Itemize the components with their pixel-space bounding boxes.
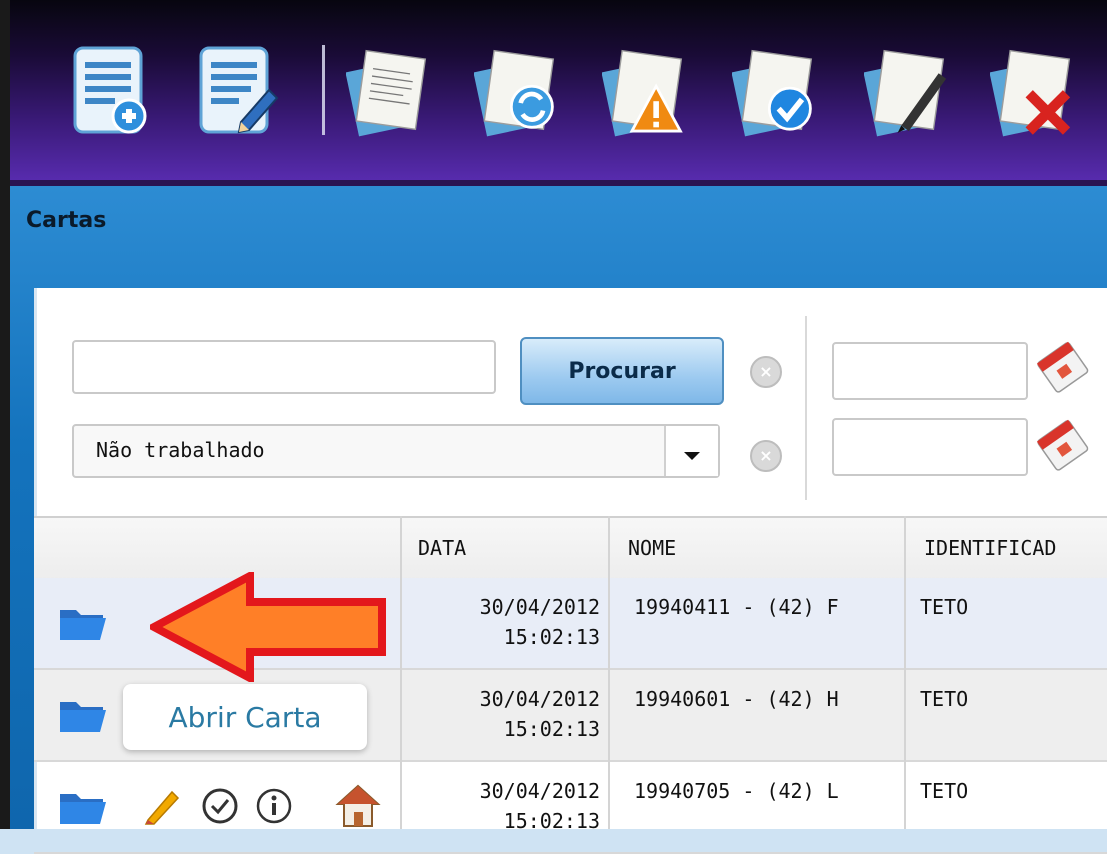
status-filter-select[interactable]: Não trabalhado <box>72 424 720 478</box>
clear-icon: × <box>759 362 773 381</box>
open-letter-tooltip: Abrir Carta <box>123 684 367 750</box>
column-header-nome[interactable]: NOME <box>628 536 676 560</box>
row-time: 15:02:13 <box>503 625 600 649</box>
row-time: 15:02:13 <box>503 809 600 833</box>
clear-filter-button[interactable]: × <box>750 440 782 472</box>
info-icon[interactable] <box>254 786 294 826</box>
row-date: 30/04/2012 <box>479 779 600 803</box>
row-date: 30/04/2012 <box>479 687 600 711</box>
row-identificacao: TETO <box>920 687 969 711</box>
search-input[interactable] <box>72 340 496 394</box>
open-folder-icon[interactable] <box>58 788 108 826</box>
row-time: 15:02:13 <box>503 717 600 741</box>
filters-divider <box>805 316 807 500</box>
delete-letter-icon[interactable] <box>990 40 1074 140</box>
pencil-icon[interactable] <box>142 786 182 826</box>
sign-letter-icon[interactable] <box>864 40 948 140</box>
column-header-data[interactable]: DATA <box>418 536 466 560</box>
chevron-down-icon[interactable] <box>664 426 718 476</box>
end-date-field[interactable] <box>832 418 1028 476</box>
calendar-icon[interactable] <box>1032 418 1092 474</box>
table-row[interactable]: 30/04/2012 15:02:13 19940705 - (42) L TE… <box>34 762 1107 854</box>
column-header-identificacao[interactable]: IDENTIFICAD <box>924 536 1056 560</box>
row-identificacao: TETO <box>920 595 969 619</box>
home-icon[interactable] <box>334 782 382 830</box>
calendar-icon[interactable] <box>1032 340 1092 396</box>
row-date: 30/04/2012 <box>479 595 600 619</box>
refresh-letter-icon[interactable] <box>474 40 558 140</box>
panel-title: Cartas <box>26 208 107 233</box>
letter-document-icon[interactable] <box>346 40 430 140</box>
column-divider <box>904 516 906 829</box>
open-folder-icon[interactable] <box>58 604 108 642</box>
clear-search-button[interactable]: × <box>750 356 782 388</box>
start-date-field[interactable] <box>832 342 1028 400</box>
column-divider <box>608 516 610 829</box>
row-nome: 19940411 - (42) F <box>634 595 839 619</box>
search-button[interactable]: Procurar <box>520 337 724 405</box>
clock-icon[interactable] <box>200 786 240 826</box>
column-divider <box>400 516 402 829</box>
edit-document-icon[interactable] <box>196 40 280 140</box>
approve-letter-icon[interactable] <box>732 40 816 140</box>
window-left-edge <box>0 0 10 829</box>
annotation-arrow <box>150 572 386 682</box>
row-nome: 19940601 - (42) H <box>634 687 839 711</box>
toolbar-separator <box>322 45 325 135</box>
row-identificacao: TETO <box>920 779 969 803</box>
status-filter-value: Não trabalhado <box>96 438 265 462</box>
warning-letter-icon[interactable] <box>602 40 686 140</box>
main-toolbar <box>10 0 1107 186</box>
open-folder-icon[interactable] <box>58 696 108 734</box>
new-document-icon[interactable] <box>70 40 154 140</box>
row-nome: 19940705 - (42) L <box>634 779 839 803</box>
clear-icon: × <box>759 446 773 465</box>
